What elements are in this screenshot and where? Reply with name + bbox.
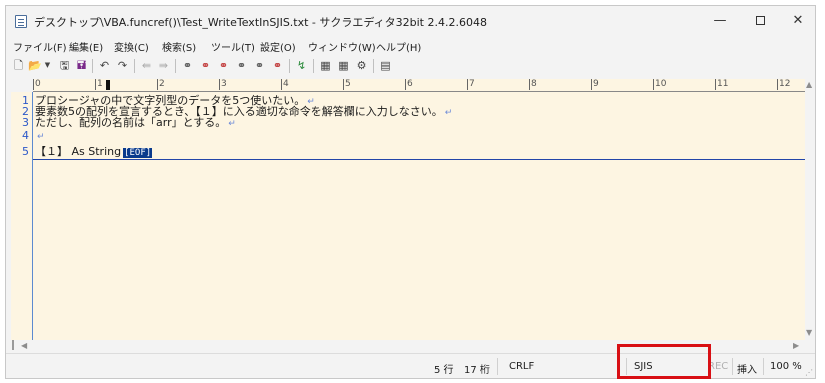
scroll-left-icon[interactable]: ◀: [21, 341, 27, 351]
replace-icon[interactable]: ⚭: [235, 59, 248, 72]
outline-icon[interactable]: ▦: [319, 59, 332, 72]
scroll-up-icon[interactable]: ▲: [806, 80, 812, 90]
open-folder-icon[interactable]: 📂: [28, 59, 42, 72]
text-line[interactable]: 【１】 As String [EOF]: [35, 145, 153, 159]
minimize-button[interactable]: —: [700, 6, 740, 36]
cursor-line-underline: [33, 159, 805, 160]
menu-settings[interactable]: 設定(O): [260, 39, 296, 54]
undo-icon[interactable]: ↶: [98, 59, 111, 72]
resize-grip-icon[interactable]: ⋰: [805, 368, 813, 377]
ruler-label: 2: [157, 79, 165, 90]
menu-window[interactable]: ウィンドウ(W): [308, 39, 376, 54]
find-icon[interactable]: ⚭: [271, 59, 284, 72]
editor-window: デスクトップ\VBA.funcref()\Test_WriteTextInSJI…: [5, 5, 816, 379]
ruler-label: 12: [777, 79, 791, 90]
search-prev-icon[interactable]: ⚭: [217, 59, 230, 72]
line-number-gutter: 1 2 3 4 5: [11, 92, 33, 340]
window-icon[interactable]: ▤: [379, 59, 392, 72]
eof-marker: [EOF]: [123, 148, 153, 158]
toolbar-separator: [92, 59, 93, 73]
close-button[interactable]: ✕: [778, 6, 815, 36]
status-column: 17 桁: [464, 365, 490, 376]
ruler-label: 6: [405, 79, 413, 90]
vertical-scrollbar[interactable]: ▲ ▼: [805, 79, 815, 340]
split-handle[interactable]: [12, 340, 14, 350]
new-file-icon[interactable]: 🗋: [12, 59, 25, 72]
dropdown-arrow-icon[interactable]: ▼: [41, 59, 54, 72]
compare-icon[interactable]: ▦: [337, 59, 350, 72]
menu-help[interactable]: ヘルプ(H): [376, 39, 421, 54]
app-icon: [15, 15, 27, 28]
status-newline[interactable]: CRLF: [509, 361, 534, 372]
ruler-label: 0: [33, 79, 41, 90]
ruler-label: 7: [467, 79, 475, 90]
status-row: 5 行: [434, 365, 454, 376]
column-ruler: 0 1 2 3 4 5 6 7 8 9 10 11 12: [33, 79, 805, 92]
return-icon: ↵: [444, 108, 453, 118]
ruler-label: 1: [95, 79, 103, 90]
ruler-label: 3: [219, 79, 227, 90]
ruler-label: 4: [281, 79, 289, 90]
jump-icon[interactable]: ↯: [295, 59, 308, 72]
grep-icon[interactable]: ⚭: [253, 59, 266, 72]
text-line[interactable]: ↵: [35, 130, 45, 143]
ruler-label: 5: [343, 79, 351, 90]
status-rec: REC: [708, 361, 729, 372]
status-separator: [763, 358, 764, 375]
line-number: 4: [22, 129, 29, 142]
forward-icon[interactable]: ⇛: [157, 59, 170, 72]
menu-bar: ファイル(F) 編集(E) 変換(C) 検索(S) ツール(T) 設定(O) ウ…: [6, 38, 815, 54]
menu-search[interactable]: 検索(S): [162, 39, 196, 54]
status-separator: [732, 358, 733, 375]
toolbar-separator: [373, 59, 374, 73]
maximize-icon: [755, 16, 765, 25]
window-title: デスクトップ\VBA.funcref()\Test_WriteTextInSJI…: [34, 16, 487, 29]
settings-icon[interactable]: ⚙: [355, 59, 368, 72]
status-separator: [497, 358, 498, 375]
redo-icon[interactable]: ↷: [116, 59, 129, 72]
menu-tools[interactable]: ツール(T): [211, 39, 255, 54]
line-text: 【１】 As String: [35, 145, 122, 158]
ruler-label: 11: [715, 79, 729, 90]
line-text: ただし、配列の名前は「arr」とする。: [35, 116, 227, 129]
save-all-icon[interactable]: 🖬: [75, 59, 88, 72]
return-icon: ↵: [228, 119, 236, 129]
ruler-label: 9: [591, 79, 599, 90]
toolbar-separator: [175, 59, 176, 73]
text-editor[interactable]: 1 2 3 4 5 プロシージャの中で文字列型のデータを5つ使いたい。 ↵ 要素数…: [11, 92, 805, 340]
scroll-down-icon[interactable]: ▼: [806, 328, 812, 338]
ruler-label: 8: [529, 79, 537, 90]
line-number: 3: [22, 116, 29, 129]
line-number: 5: [22, 145, 29, 158]
title-bar[interactable]: デスクトップ\VBA.funcref()\Test_WriteTextInSJI…: [6, 6, 815, 36]
menu-edit[interactable]: 編集(E): [69, 39, 103, 54]
toolbar-separator: [134, 59, 135, 73]
menu-convert[interactable]: 変換(C): [114, 39, 149, 54]
text-line[interactable]: ただし、配列の名前は「arr」とする。 ↵: [35, 117, 236, 130]
search-next-icon[interactable]: ⚭: [199, 59, 212, 72]
encoding-highlight-box: [617, 344, 711, 379]
save-icon[interactable]: 🖫: [58, 59, 71, 72]
maximize-button[interactable]: [740, 6, 780, 36]
menu-file[interactable]: ファイル(F): [13, 39, 67, 54]
toolbar: 🗋 📂 ▼ 🖫 🖬 ↶ ↷ ⇚ ⇛ ⚭ ⚭ ⚭ ⚭ ⚭ ⚭ ↯ ▦ ▦ ⚙ ▤: [6, 56, 815, 76]
status-insert-mode[interactable]: 挿入: [737, 361, 757, 376]
scroll-right-icon[interactable]: ▶: [793, 341, 799, 351]
ruler-cursor: [106, 80, 110, 90]
toolbar-separator: [313, 59, 314, 73]
status-zoom[interactable]: 100 %: [770, 361, 802, 372]
back-icon[interactable]: ⇚: [140, 59, 153, 72]
search-icon[interactable]: ⚭: [181, 59, 194, 72]
ruler-label: 10: [653, 79, 667, 90]
return-icon: ↵: [37, 132, 45, 142]
toolbar-separator: [289, 59, 290, 73]
